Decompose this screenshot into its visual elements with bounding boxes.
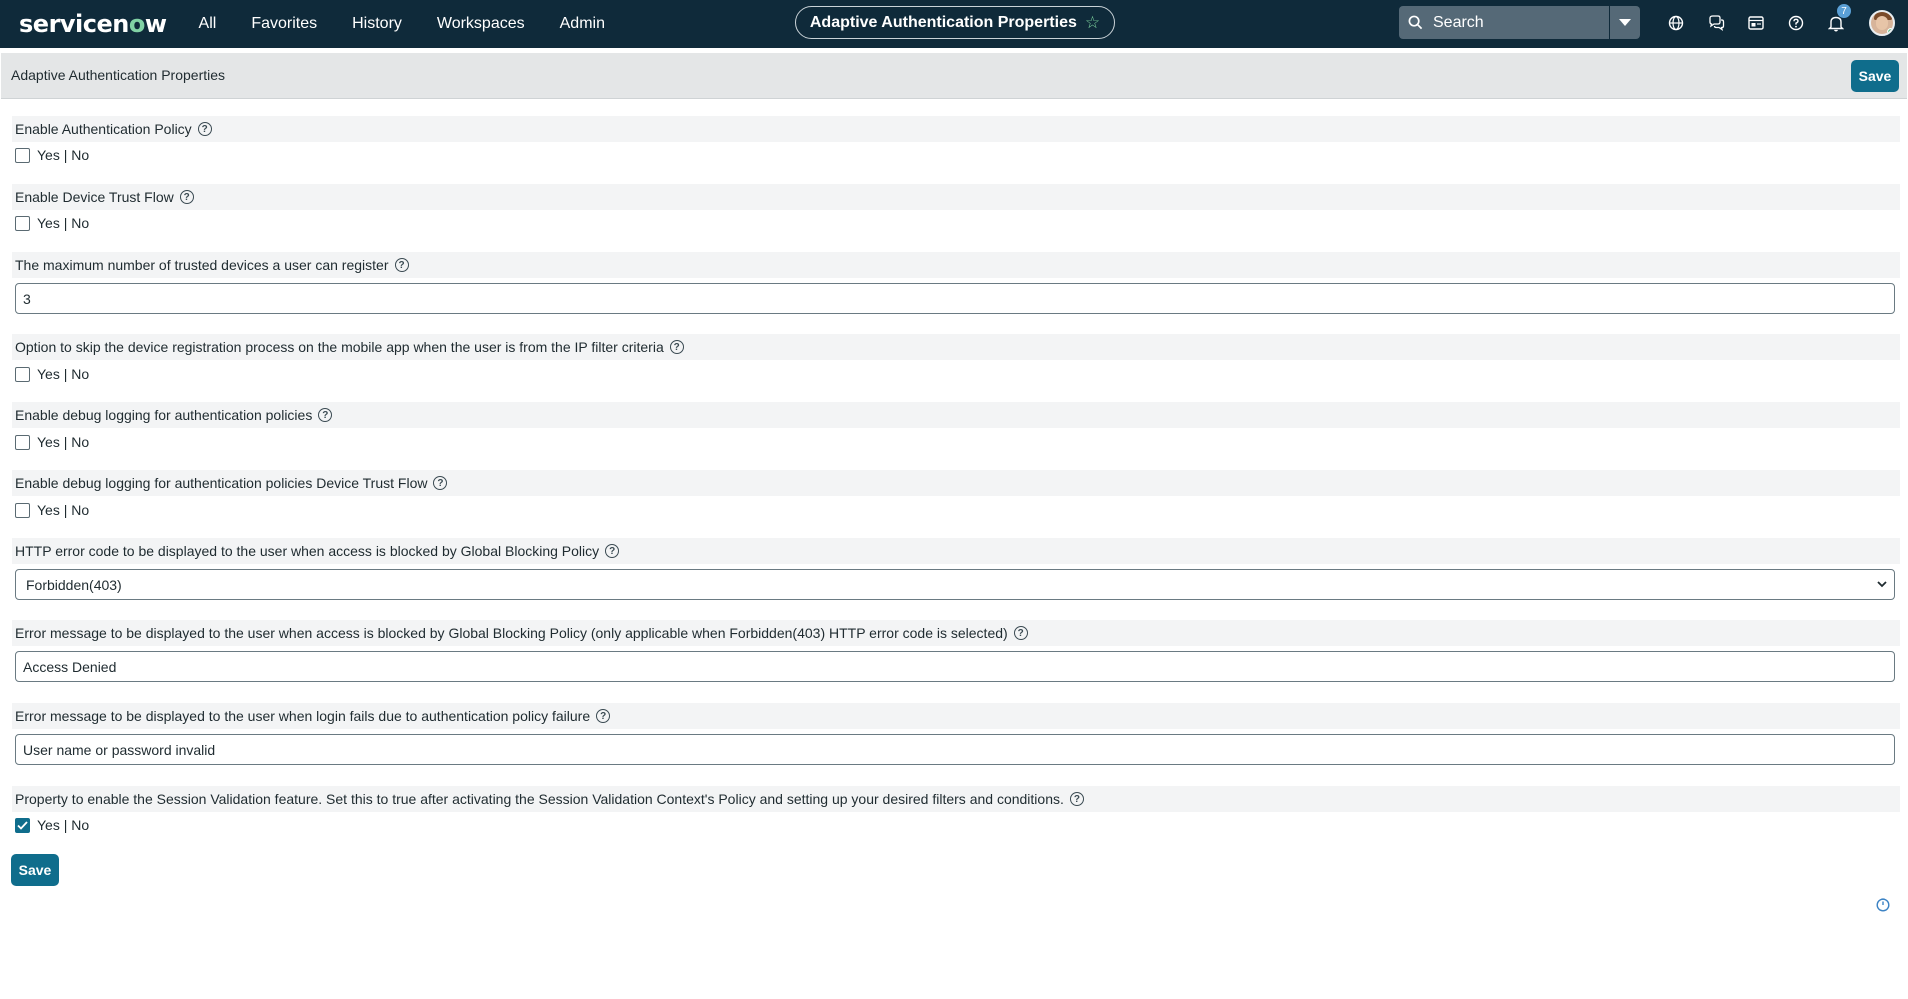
property-label-max-trusted-devices: The maximum number of trusted devices a … — [12, 252, 1900, 278]
property-label-text: Property to enable the Session Validatio… — [15, 791, 1064, 807]
top-nav-bar: servicenow All Favorites History Workspa… — [0, 0, 1908, 48]
property-checkbox-row: Yes | No — [15, 147, 89, 163]
property-label-debug-logging: Enable debug logging for authentication … — [12, 402, 1900, 428]
online-status-indicator — [1887, 28, 1893, 34]
debug-logging-checkbox[interactable] — [15, 434, 30, 450]
skip-device-registration-checkbox[interactable] — [15, 366, 30, 382]
yes-no-label: Yes | No — [37, 215, 90, 231]
help-icon[interactable]: ? — [197, 122, 212, 136]
nav-history[interactable]: History — [352, 15, 402, 33]
search-scope-dropdown[interactable] — [1610, 6, 1640, 39]
chat-icon[interactable] — [1704, 11, 1728, 35]
property-label-text: Option to skip the device registration p… — [15, 339, 664, 355]
yes-no-label: Yes | No — [37, 366, 90, 382]
property-label-text: Enable Device Trust Flow — [15, 189, 174, 205]
debug-logging-device-trust-checkbox[interactable] — [15, 502, 30, 518]
help-icon[interactable] — [1784, 11, 1808, 35]
favorite-star-icon[interactable]: ☆ — [1085, 13, 1100, 33]
input-value: 3 — [23, 290, 31, 307]
form-header: Adaptive Authentication Properties — [1, 53, 1907, 99]
save-button-bottom[interactable]: Save — [11, 854, 59, 886]
clock-icon[interactable] — [1876, 898, 1890, 912]
context-title-pill[interactable]: Adaptive Authentication Properties ☆ — [795, 6, 1115, 39]
servicenow-logo[interactable]: servicenow — [19, 10, 167, 38]
user-avatar[interactable] — [1869, 10, 1895, 36]
help-icon[interactable]: ? — [1013, 626, 1028, 640]
http-error-code-select[interactable]: Forbidden(403) — [15, 569, 1895, 600]
page-title: Adaptive Authentication Properties — [11, 67, 226, 83]
property-checkbox-row: Yes | No — [15, 434, 89, 450]
property-checkbox-row: Yes | No — [15, 502, 89, 518]
bell-icon[interactable]: 7 — [1824, 3, 1852, 35]
nav-workspaces[interactable]: Workspaces — [437, 15, 525, 33]
nav-favorites[interactable]: Favorites — [251, 15, 317, 33]
yes-no-label: Yes | No — [37, 502, 90, 518]
property-label-blocked-error-message: Error message to be displayed to the use… — [12, 620, 1900, 646]
help-icon[interactable]: ? — [318, 408, 333, 422]
yes-no-label: Yes | No — [37, 147, 90, 163]
help-icon[interactable]: ? — [596, 709, 611, 723]
save-button-top[interactable]: Save — [1851, 60, 1899, 92]
help-icon[interactable]: ? — [1069, 792, 1084, 806]
search-icon — [1408, 15, 1423, 30]
property-checkbox-row: Yes | No — [15, 366, 89, 382]
inbox-icon[interactable] — [1744, 11, 1768, 35]
yes-no-label: Yes | No — [37, 817, 90, 833]
help-icon[interactable]: ? — [433, 476, 448, 490]
notification-count-badge: 7 — [1836, 3, 1852, 19]
property-label-enable-device-trust: Enable Device Trust Flow? — [12, 184, 1900, 210]
property-checkbox-row: Yes | No — [15, 215, 89, 231]
property-label-enable-auth-policy: Enable Authentication Policy? — [12, 116, 1900, 142]
property-label-text: Enable Authentication Policy — [15, 121, 192, 137]
property-checkbox-row: Yes | No — [15, 817, 89, 833]
search-placeholder: Search — [1433, 13, 1484, 31]
checkmark-icon — [17, 820, 28, 830]
property-label-http-error-code: HTTP error code to be displayed to the u… — [12, 538, 1900, 564]
blocked-error-message-input[interactable]: Access Denied — [15, 651, 1895, 682]
property-label-text: Enable debug logging for authentication … — [15, 407, 313, 423]
help-icon[interactable]: ? — [179, 190, 194, 204]
chevron-down-icon — [1877, 581, 1887, 588]
globe-icon[interactable] — [1664, 11, 1688, 35]
global-search-input[interactable]: Search — [1399, 6, 1609, 39]
yes-no-label: Yes | No — [37, 434, 90, 450]
property-label-text: Error message to be displayed to the use… — [15, 625, 1008, 641]
input-value: Access Denied — [23, 658, 117, 675]
property-label-text: The maximum number of trusted devices a … — [15, 257, 389, 273]
property-label-login-fail-message: Error message to be displayed to the use… — [12, 703, 1900, 729]
help-icon[interactable]: ? — [605, 544, 620, 558]
enable-auth-policy-checkbox[interactable] — [15, 147, 30, 163]
chevron-down-icon — [1619, 18, 1631, 26]
main-nav: All Favorites History Workspaces Admin — [199, 15, 640, 33]
help-icon[interactable]: ? — [669, 340, 684, 354]
top-utility-icons: 7 — [1664, 3, 1864, 35]
session-validation-checkbox[interactable] — [15, 817, 30, 833]
input-value: User name or password invalid — [23, 741, 216, 758]
max-trusted-devices-input[interactable]: 3 — [15, 283, 1895, 314]
select-value: Forbidden(403) — [26, 576, 122, 593]
nav-all[interactable]: All — [199, 15, 217, 33]
login-fail-message-input[interactable]: User name or password invalid — [15, 734, 1895, 765]
nav-admin[interactable]: Admin — [560, 15, 605, 33]
property-label-skip-device-registration: Option to skip the device registration p… — [12, 334, 1900, 360]
property-label-session-validation: Property to enable the Session Validatio… — [12, 786, 1900, 812]
property-label-debug-logging-device-trust: Enable debug logging for authentication … — [12, 470, 1900, 496]
property-label-text: Error message to be displayed to the use… — [15, 708, 591, 724]
enable-device-trust-checkbox[interactable] — [15, 215, 30, 231]
context-title: Adaptive Authentication Properties — [809, 13, 1077, 31]
help-icon[interactable]: ? — [394, 258, 409, 272]
property-label-text: Enable debug logging for authentication … — [15, 475, 428, 491]
property-label-text: HTTP error code to be displayed to the u… — [15, 543, 600, 559]
